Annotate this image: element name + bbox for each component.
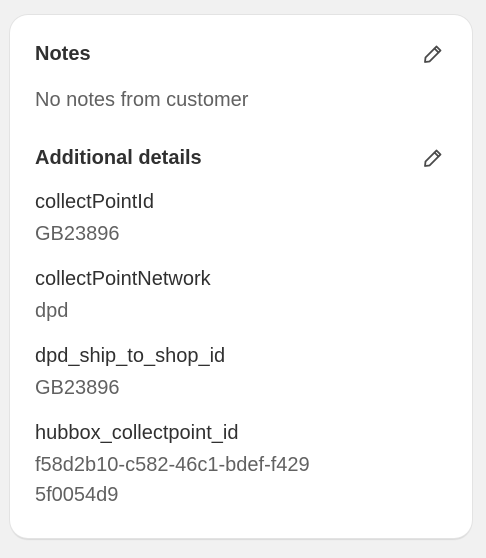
notes-header: Notes — [35, 39, 447, 69]
detail-key: dpd_ship_to_shop_id — [35, 345, 226, 367]
notes-text: No notes from customer — [35, 89, 249, 111]
detail-dpd-ship-to-shop-id: dpd_ship_to_shop_id GB23896 — [35, 341, 447, 403]
additional-details-title: Additional details — [35, 147, 202, 169]
detail-key: collectPointNetwork — [35, 268, 211, 290]
detail-value: GB23896 — [35, 377, 120, 399]
detail-value: f58d2b10-c582-46c1-bdef-f4295f0054d9 — [35, 454, 310, 506]
edit-notes-button[interactable] — [419, 40, 447, 68]
detail-key: hubbox_collectpoint_id — [35, 422, 239, 444]
pencil-icon — [424, 45, 442, 63]
detail-value: dpd — [35, 300, 69, 322]
order-notes-card: Notes No notes from customer Additional … — [10, 15, 472, 538]
pencil-icon — [424, 149, 442, 167]
edit-additional-details-button[interactable] — [419, 144, 447, 172]
detail-collect-point-id: collectPointId GB23896 — [35, 187, 447, 249]
detail-value: GB23896 — [35, 223, 120, 245]
notes-title: Notes — [35, 43, 91, 65]
detail-key: collectPointId — [35, 191, 154, 213]
additional-details-header: Additional details — [35, 143, 447, 173]
detail-collect-point-network: collectPointNetwork dpd — [35, 264, 447, 326]
detail-hubbox-collectpoint-id: hubbox_collectpoint_id f58d2b10-c582-46c… — [35, 418, 447, 510]
